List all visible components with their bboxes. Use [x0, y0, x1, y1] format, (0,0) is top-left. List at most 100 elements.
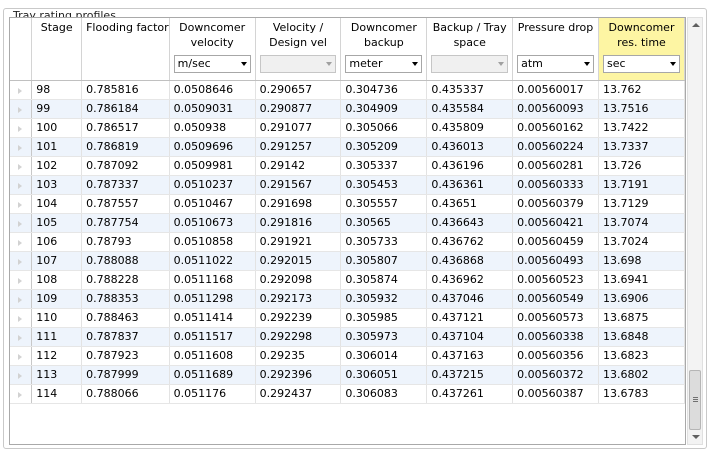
cell-downcomer-res-time[interactable]: 13.762	[598, 80, 685, 100]
cell-backup-tray-space[interactable]: 0.43651	[426, 194, 514, 214]
cell-velocity-design-vel[interactable]: 0.291698	[255, 194, 342, 214]
cell-downcomer-velocity[interactable]: 0.0511414	[169, 308, 256, 328]
cell-backup-tray-space[interactable]: 0.436196	[426, 156, 514, 176]
cell-velocity-design-vel[interactable]: 0.291567	[255, 175, 342, 195]
table-row[interactable]: 109 0.788353 0.0511298 0.292173 0.305932 0.43…	[10, 289, 685, 309]
table-row[interactable]: 106 0.78793 0.0510858 0.291921 0.305733 0.436…	[10, 232, 685, 252]
unit-dropdown-downcomer-velocity[interactable]: m/sec	[173, 55, 251, 73]
cell-velocity-design-vel[interactable]: 0.291257	[255, 137, 342, 157]
row-header[interactable]	[10, 118, 33, 138]
cell-stage[interactable]: 112	[31, 346, 83, 366]
cell-backup-tray-space[interactable]: 0.436762	[426, 232, 514, 252]
table-row[interactable]: 107 0.788088 0.0511022 0.292015 0.305807 0.43…	[10, 251, 685, 271]
row-header[interactable]	[10, 365, 33, 385]
row-header[interactable]	[10, 346, 33, 366]
cell-flooding-factor[interactable]: 0.788066	[81, 384, 170, 404]
cell-stage[interactable]: 101	[31, 137, 83, 157]
cell-velocity-design-vel[interactable]: 0.292173	[255, 289, 342, 309]
column-header-downcomer-res-time[interactable]: Downcomer res. time sec	[598, 18, 685, 81]
cell-backup-tray-space[interactable]: 0.436962	[426, 270, 514, 290]
column-header-downcomer-backup[interactable]: Downcomer backup meter	[340, 18, 428, 81]
cell-downcomer-velocity[interactable]: 0.0510673	[169, 213, 256, 233]
cell-pressure-drop[interactable]: 0.00560093	[512, 99, 599, 119]
cell-velocity-design-vel[interactable]: 0.292098	[255, 270, 342, 290]
cell-downcomer-velocity[interactable]: 0.0509981	[169, 156, 256, 176]
cell-backup-tray-space[interactable]: 0.436013	[426, 137, 514, 157]
cell-downcomer-backup[interactable]: 0.305733	[340, 232, 428, 252]
cell-pressure-drop[interactable]: 0.00560281	[512, 156, 599, 176]
unit-dropdown-downcomer-backup[interactable]: meter	[345, 55, 423, 73]
cell-downcomer-res-time[interactable]: 13.7129	[598, 194, 685, 214]
cell-flooding-factor[interactable]: 0.787092	[81, 156, 170, 176]
row-header[interactable]	[10, 175, 33, 195]
cell-flooding-factor[interactable]: 0.788353	[81, 289, 170, 309]
cell-pressure-drop[interactable]: 0.00560523	[512, 270, 599, 290]
row-header[interactable]	[10, 213, 33, 233]
cell-flooding-factor[interactable]: 0.787337	[81, 175, 170, 195]
cell-downcomer-res-time[interactable]: 13.6823	[598, 346, 685, 366]
cell-backup-tray-space[interactable]: 0.437215	[426, 365, 514, 385]
cell-downcomer-res-time[interactable]: 13.7516	[598, 99, 685, 119]
cell-downcomer-res-time[interactable]: 13.6906	[598, 289, 685, 309]
cell-downcomer-backup[interactable]: 0.305066	[340, 118, 428, 138]
cell-stage[interactable]: 113	[31, 365, 83, 385]
cell-stage[interactable]: 109	[31, 289, 83, 309]
cell-stage[interactable]: 108	[31, 270, 83, 290]
cell-downcomer-velocity[interactable]: 0.0511168	[169, 270, 256, 290]
cell-stage[interactable]: 110	[31, 308, 83, 328]
cell-velocity-design-vel[interactable]: 0.292239	[255, 308, 342, 328]
cell-backup-tray-space[interactable]: 0.436361	[426, 175, 514, 195]
row-header[interactable]	[10, 308, 33, 328]
row-header[interactable]	[10, 384, 33, 404]
cell-velocity-design-vel[interactable]: 0.290657	[255, 80, 342, 100]
cell-downcomer-backup[interactable]: 0.304909	[340, 99, 428, 119]
cell-downcomer-backup[interactable]: 0.305807	[340, 251, 428, 271]
cell-stage[interactable]: 102	[31, 156, 83, 176]
cell-pressure-drop[interactable]: 0.00560459	[512, 232, 599, 252]
cell-flooding-factor[interactable]: 0.787754	[81, 213, 170, 233]
cell-pressure-drop[interactable]: 0.00560387	[512, 384, 599, 404]
row-header[interactable]	[10, 232, 33, 252]
cell-downcomer-velocity[interactable]: 0.051176	[169, 384, 256, 404]
cell-pressure-drop[interactable]: 0.00560356	[512, 346, 599, 366]
row-header[interactable]	[10, 80, 33, 100]
cell-downcomer-res-time[interactable]: 13.6783	[598, 384, 685, 404]
cell-downcomer-backup[interactable]: 0.306014	[340, 346, 428, 366]
row-header[interactable]	[10, 289, 33, 309]
cell-downcomer-backup[interactable]: 0.305209	[340, 137, 428, 157]
cell-velocity-design-vel[interactable]: 0.292437	[255, 384, 342, 404]
cell-downcomer-velocity[interactable]: 0.0511608	[169, 346, 256, 366]
table-row[interactable]: 111 0.787837 0.0511517 0.292298 0.305973 0.43…	[10, 327, 685, 347]
cell-downcomer-res-time[interactable]: 13.698	[598, 251, 685, 271]
cell-stage[interactable]: 98	[31, 80, 83, 100]
unit-dropdown-downcomer-res-time[interactable]: sec	[602, 55, 680, 73]
cell-velocity-design-vel[interactable]: 0.291816	[255, 213, 342, 233]
table-row[interactable]: 105 0.787754 0.0510673 0.291816 0.30565 0.436…	[10, 213, 685, 233]
cell-downcomer-res-time[interactable]: 13.6941	[598, 270, 685, 290]
cell-downcomer-backup[interactable]: 0.304736	[340, 80, 428, 100]
cell-downcomer-res-time[interactable]: 13.726	[598, 156, 685, 176]
cell-downcomer-res-time[interactable]: 13.6802	[598, 365, 685, 385]
scrollbar-thumb[interactable]	[689, 370, 701, 430]
cell-stage[interactable]: 103	[31, 175, 83, 195]
cell-stage[interactable]: 114	[31, 384, 83, 404]
cell-downcomer-backup[interactable]: 0.305453	[340, 175, 428, 195]
profiles-grid[interactable]: Stage Flooding factor Downcomer velocity…	[9, 17, 686, 445]
cell-velocity-design-vel[interactable]: 0.291077	[255, 118, 342, 138]
cell-pressure-drop[interactable]: 0.00560493	[512, 251, 599, 271]
cell-backup-tray-space[interactable]: 0.435809	[426, 118, 514, 138]
cell-velocity-design-vel[interactable]: 0.29235	[255, 346, 342, 366]
table-row[interactable]: 103 0.787337 0.0510237 0.291567 0.305453 0.43…	[10, 175, 685, 195]
cell-downcomer-velocity[interactable]: 0.050938	[169, 118, 256, 138]
cell-pressure-drop[interactable]: 0.00560573	[512, 308, 599, 328]
cell-flooding-factor[interactable]: 0.787557	[81, 194, 170, 214]
cell-backup-tray-space[interactable]: 0.435584	[426, 99, 514, 119]
cell-downcomer-backup[interactable]: 0.305874	[340, 270, 428, 290]
cell-flooding-factor[interactable]: 0.787923	[81, 346, 170, 366]
cell-downcomer-velocity[interactable]: 0.0510237	[169, 175, 256, 195]
cell-downcomer-res-time[interactable]: 13.7191	[598, 175, 685, 195]
cell-flooding-factor[interactable]: 0.788463	[81, 308, 170, 328]
cell-stage[interactable]: 111	[31, 327, 83, 347]
column-header-stage[interactable]: Stage	[31, 18, 83, 81]
cell-downcomer-velocity[interactable]: 0.0511689	[169, 365, 256, 385]
